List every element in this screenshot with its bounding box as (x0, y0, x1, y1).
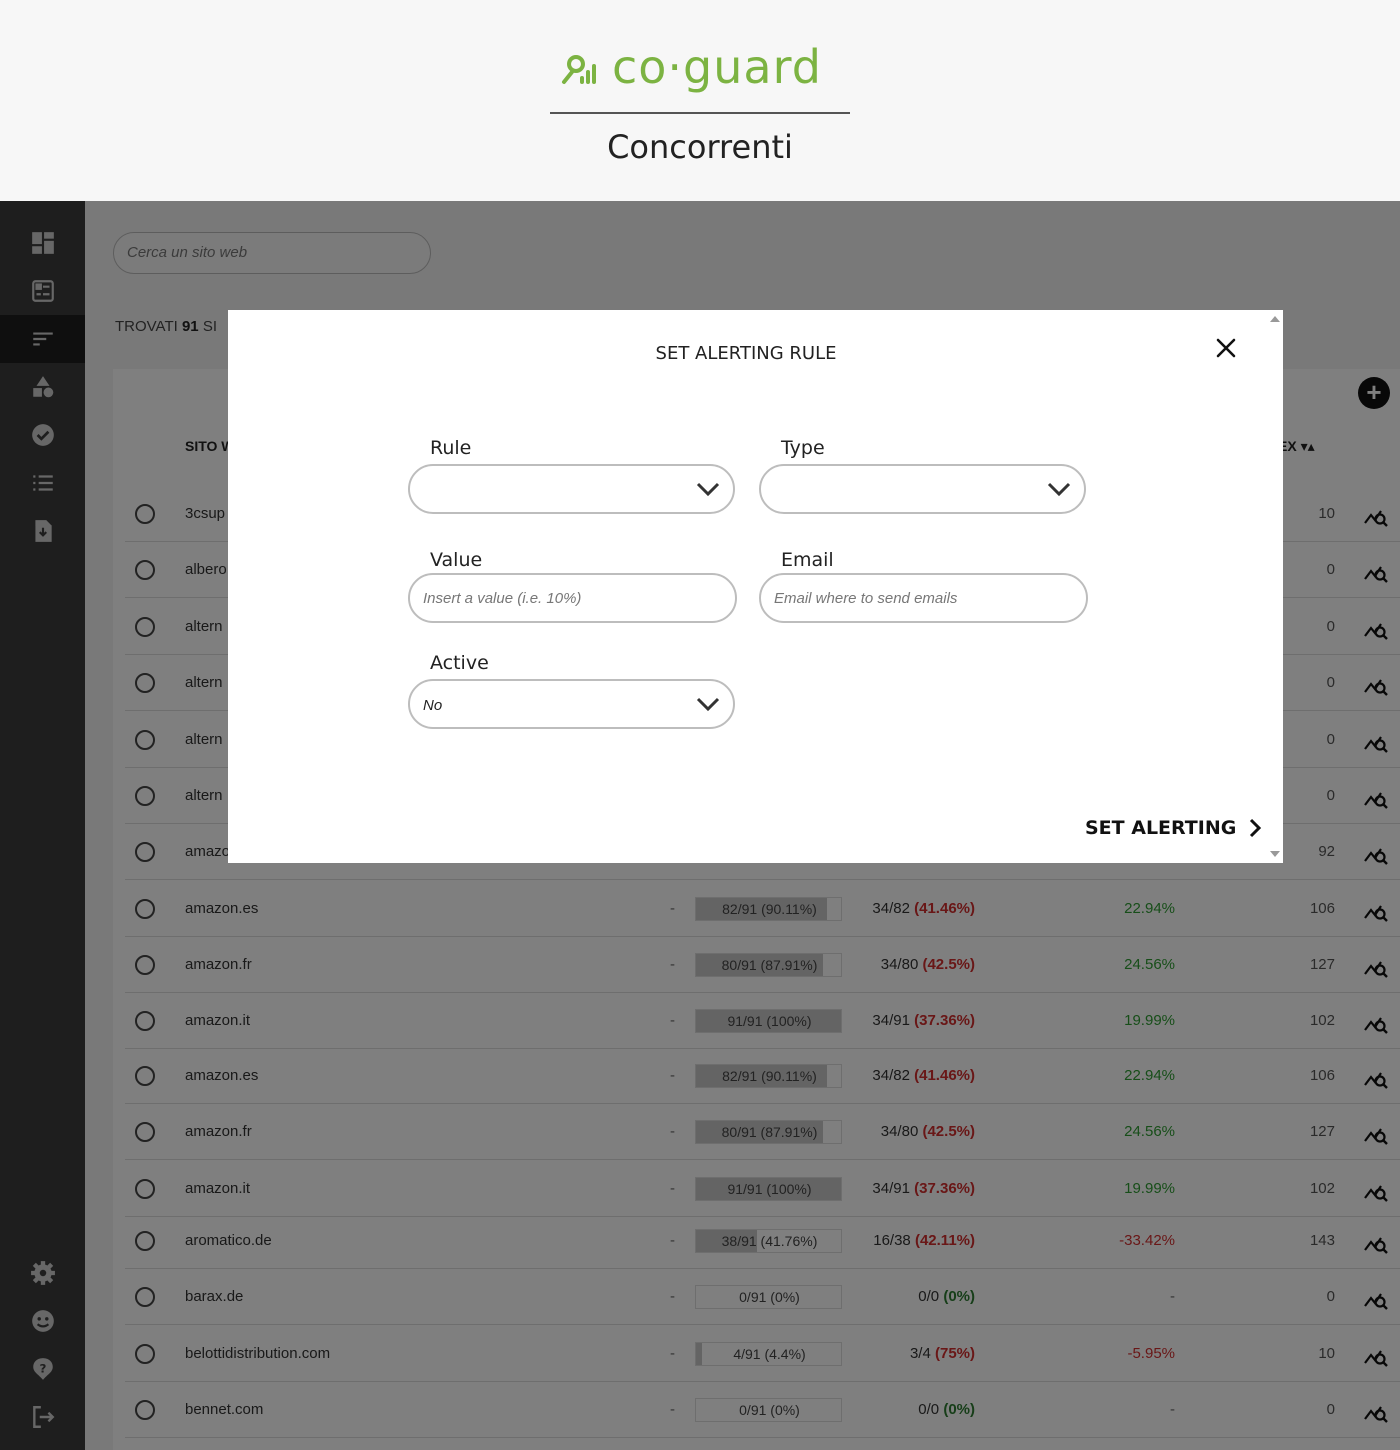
scroll-up-icon[interactable] (1270, 316, 1280, 322)
modal-title: SET ALERTING RULE (655, 343, 837, 364)
type-select[interactable] (759, 464, 1086, 514)
rule-select[interactable] (408, 464, 735, 514)
scroll-down-icon[interactable] (1270, 851, 1280, 857)
active-select[interactable]: No (408, 679, 735, 729)
value-placeholder: Insert a value (i.e. 10%) (423, 590, 582, 607)
email-field[interactable]: Email where to send emails (759, 573, 1088, 623)
chevron-down-icon (696, 697, 720, 712)
set-alerting-label: SET ALERTING (1085, 817, 1237, 839)
value-label: Value (430, 549, 483, 571)
chevron-down-icon (696, 482, 720, 497)
rule-label: Rule (430, 437, 472, 459)
active-label: Active (430, 652, 489, 674)
value-input[interactable]: Insert a value (i.e. 10%) (408, 573, 737, 623)
page-title: Concorrenti (607, 128, 793, 166)
email-label: Email (781, 549, 834, 571)
header-divider (550, 112, 850, 114)
set-alerting-modal: SET ALERTING RULE Rule Type Value Insert… (228, 310, 1283, 863)
type-label: Type (781, 437, 825, 459)
logo-text: co·guard (612, 40, 822, 94)
chevron-right-icon (1250, 818, 1262, 838)
set-alerting-button[interactable]: SET ALERTING (1085, 814, 1262, 842)
chevron-down-icon (1047, 482, 1071, 497)
email-placeholder: Email where to send emails (774, 590, 958, 607)
active-value: No (423, 697, 443, 714)
modal-scrollbar[interactable] (1266, 310, 1283, 863)
top-header: co·guard Concorrenti (0, 0, 1400, 201)
close-icon[interactable] (1212, 334, 1240, 362)
